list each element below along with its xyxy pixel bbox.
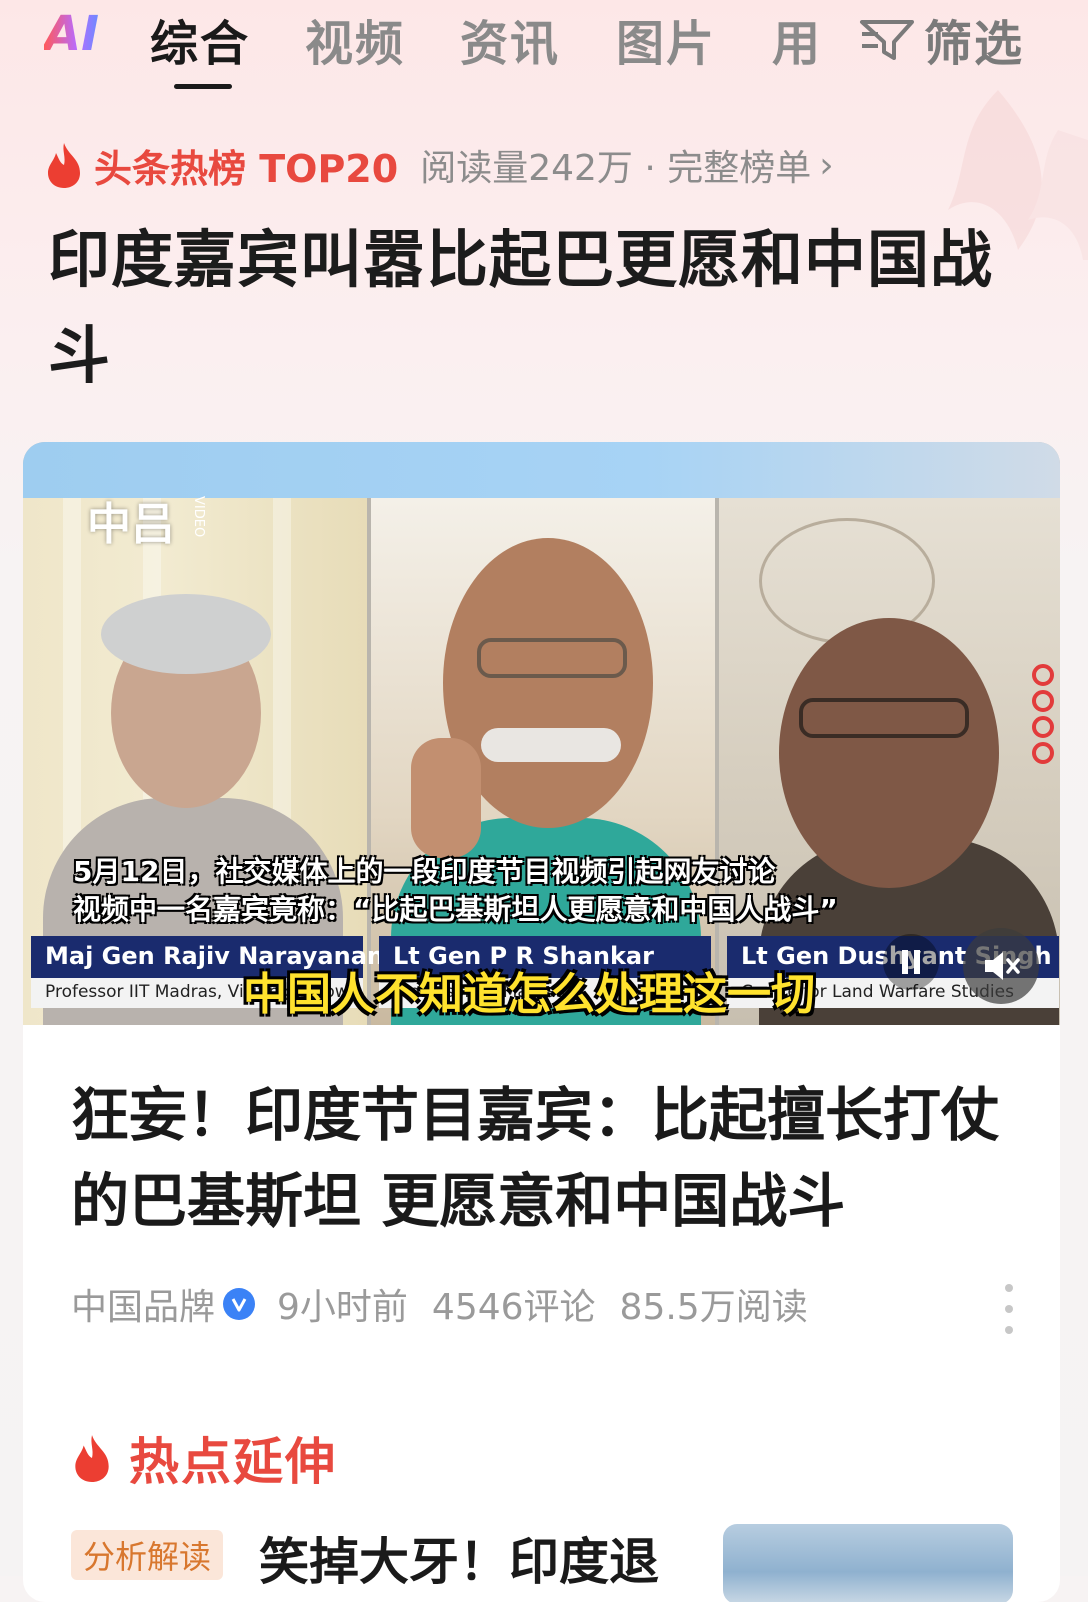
hot-topic-headline[interactable]: 印度嘉宾叫嚣比起巴更愿和中国战斗 — [48, 212, 1048, 404]
tab-images[interactable]: 图片 — [616, 4, 716, 74]
tab-news[interactable]: 资讯 — [460, 4, 560, 74]
article-time: 9小时前 — [277, 1287, 408, 1328]
article-title[interactable]: 狂妄！印度节目嘉宾：比起擅长打仗的巴基斯坦 更愿意和中国战斗 — [71, 1072, 1011, 1244]
fire-icon — [75, 1435, 109, 1482]
video-subtitle: 中国人不知道怎么处理这一切 — [243, 969, 815, 1020]
video-caption-line-2: 视频中一名嘉宾竟称：“比起巴基斯坦人更愿意和中国人战斗” — [73, 893, 838, 926]
video-caption-line-1: 5月12日，社交媒体上的一段印度节目视频引起网友讨论 — [73, 855, 776, 888]
article-comments: 4546评论 — [431, 1287, 596, 1328]
video-player[interactable]: 中吕 VIDEO 5月12日，社交媒体上的一段印度节目视频引起网友讨论 视频中一… — [23, 442, 1060, 1025]
more-dot-icon — [1005, 1326, 1013, 1334]
more-dot-icon — [1005, 1284, 1013, 1292]
pause-button[interactable] — [883, 934, 939, 990]
video-watermark: 中吕 — [87, 499, 175, 550]
filter-label: 筛选 — [924, 16, 1025, 72]
chevron-right-icon: › — [819, 144, 834, 186]
red-ring-decoration — [1032, 664, 1054, 764]
speaker-muted-icon — [985, 952, 1020, 980]
filter-icon — [860, 20, 914, 60]
hot-extension-header: 热点延伸 — [71, 1422, 337, 1494]
related-article-thumbnail — [723, 1524, 1013, 1602]
fire-icon — [48, 143, 80, 188]
article-reads: 85.5万阅读 — [619, 1287, 808, 1328]
hot-list-banner[interactable]: 头条热榜 TOP20 阅读量242万 · 完整榜单 › — [44, 138, 834, 192]
more-dot-icon — [1005, 1305, 1013, 1313]
verified-badge-icon — [223, 1288, 256, 1320]
mute-button[interactable] — [963, 928, 1039, 1004]
hot-list-title: 头条热榜 TOP20 — [94, 146, 399, 191]
pause-icon — [902, 950, 920, 974]
news-card: 中吕 VIDEO 5月12日，社交媒体上的一段印度节目视频引起网友讨论 视频中一… — [23, 442, 1060, 1602]
related-article-item[interactable]: 分析解读 笑掉大牙！印度退 — [71, 1522, 1031, 1602]
active-tab-indicator — [174, 84, 232, 89]
more-options-button[interactable] — [999, 1284, 1019, 1334]
tab-users[interactable]: 用 — [772, 4, 822, 74]
tab-comprehensive[interactable]: 综合 — [150, 4, 250, 74]
video-watermark-sub: VIDEO — [191, 496, 206, 538]
article-meta: 中国品牌 9小时前 4546评论 85.5万阅读 — [71, 1278, 808, 1330]
related-article-title: 笑掉大牙！印度退 — [259, 1533, 659, 1591]
hot-list-meta: 阅读量242万 · 完整榜单 — [420, 148, 812, 189]
analysis-tag: 分析解读 — [71, 1530, 224, 1580]
filter-button[interactable]: 筛选 — [858, 4, 1024, 74]
tab-video[interactable]: 视频 — [305, 4, 405, 74]
video-top-strip — [23, 442, 1060, 498]
hot-extension-title: 热点延伸 — [129, 1433, 337, 1491]
article-source[interactable]: 中国品牌 — [71, 1278, 215, 1330]
ai-tab[interactable]: AI — [44, 6, 99, 62]
search-category-tabs: AI 综合 视频 资讯 图片 用 筛选 — [0, 0, 1088, 100]
